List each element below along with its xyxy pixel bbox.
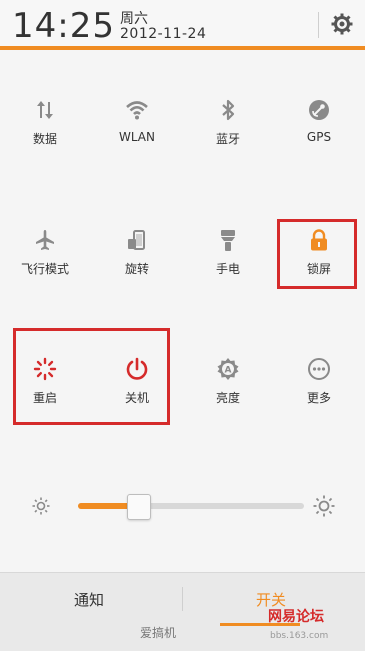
tile-label: 蓝牙 bbox=[215, 132, 240, 146]
flashlight-icon bbox=[221, 230, 235, 251]
tile-label: 亮度 bbox=[215, 391, 240, 405]
highlight-box-power bbox=[13, 328, 170, 425]
header-divider bbox=[318, 12, 319, 38]
toggle-data[interactable]: 数据 bbox=[0, 98, 90, 168]
highlight-box-lockscreen bbox=[277, 219, 357, 289]
data-sync-icon bbox=[37, 101, 53, 119]
tile-label: 数据 bbox=[32, 132, 57, 146]
clock: 14:25 bbox=[12, 6, 115, 46]
auto-brightness-icon: A bbox=[217, 358, 239, 380]
toggle-airplane[interactable]: 飞行模式 bbox=[0, 228, 90, 298]
rotation-icon bbox=[128, 230, 145, 250]
toggle-gps[interactable]: GPS bbox=[274, 98, 364, 168]
toggle-bluetooth[interactable]: 蓝牙 bbox=[183, 98, 273, 168]
tile-label: 手电 bbox=[215, 262, 240, 276]
watermark-right: 网易论坛 bbox=[268, 609, 324, 625]
watermark-left: 爱搞机 bbox=[140, 626, 177, 640]
svg-text:A: A bbox=[225, 366, 232, 376]
toggle-more[interactable]: 更多 bbox=[274, 357, 364, 427]
weekday: 周六 bbox=[120, 11, 148, 27]
date: 2012-11-24 bbox=[120, 26, 207, 42]
tile-label: 旋转 bbox=[124, 262, 149, 276]
airplane-icon bbox=[36, 230, 54, 250]
tile-label: 飞行模式 bbox=[20, 262, 69, 276]
tile-label: GPS bbox=[306, 130, 332, 144]
wifi-icon bbox=[126, 101, 148, 120]
toggle-flashlight[interactable]: 手电 bbox=[183, 228, 273, 298]
status-header: 14:25 周六 2012-11-24 bbox=[0, 0, 365, 50]
toggle-rotation[interactable]: 旋转 bbox=[92, 228, 182, 298]
bluetooth-icon bbox=[222, 99, 235, 121]
tile-label: 更多 bbox=[306, 391, 331, 405]
brightness-high-icon bbox=[313, 495, 335, 517]
toggle-wlan[interactable]: WLAN bbox=[92, 98, 182, 168]
tab-notifications[interactable]: 通知 bbox=[74, 589, 104, 610]
watermark-url: bbs.163.com bbox=[270, 631, 329, 641]
tile-label: WLAN bbox=[118, 130, 155, 144]
tab-divider bbox=[182, 587, 183, 611]
satellite-icon bbox=[309, 100, 329, 120]
more-icon bbox=[308, 358, 330, 380]
brightness-thumb[interactable] bbox=[127, 494, 151, 520]
gear-icon[interactable] bbox=[330, 12, 354, 36]
toggle-brightness[interactable]: A 亮度 bbox=[183, 357, 273, 427]
brightness-low-icon bbox=[32, 497, 50, 515]
